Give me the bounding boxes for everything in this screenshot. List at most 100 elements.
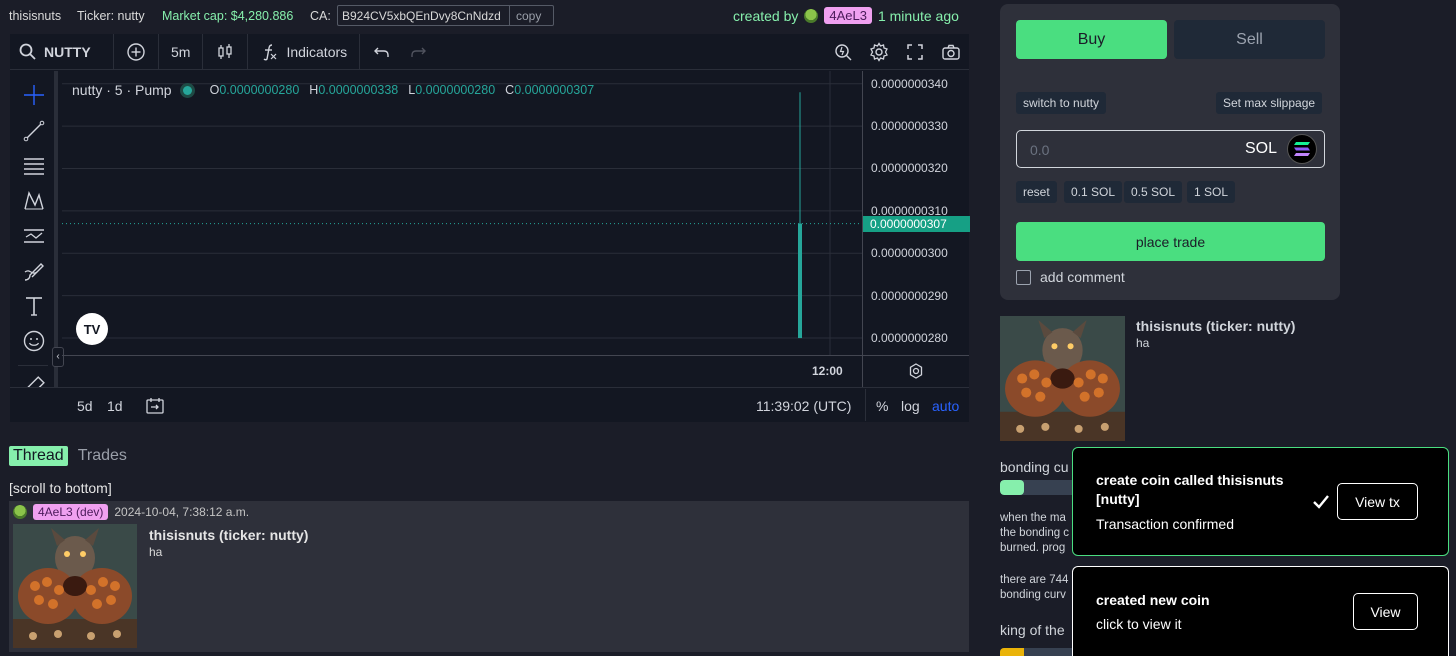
frog-avatar-icon <box>13 505 27 519</box>
search-icon <box>19 43 36 60</box>
thread-tabs: Thread Trades <box>9 446 131 466</box>
preset-0-1-sol-button[interactable]: 0.1 SOL <box>1064 181 1123 203</box>
range-5d-button[interactable]: 5d <box>77 398 93 414</box>
tradingview-logo[interactable]: TV <box>76 313 108 345</box>
interval-label: 5m <box>171 43 191 60</box>
creator-link[interactable]: 4AeL3 <box>824 7 872 24</box>
legend-title: nutty · 5 · Pump <box>72 82 172 98</box>
brush-tool[interactable] <box>22 259 46 283</box>
amount-placeholder: 0.0 <box>1030 142 1050 158</box>
fib-tool[interactable] <box>22 154 46 178</box>
price-tick-label: 0.0000000320 <box>871 161 948 176</box>
low-value: 0.0000000280 <box>415 83 496 97</box>
auto-toggle[interactable]: auto <box>932 398 959 414</box>
tab-trades[interactable]: Trades <box>74 446 131 466</box>
range-1d-button[interactable]: 1d <box>107 398 123 414</box>
indicators-button[interactable]: Indicators <box>248 33 361 70</box>
quick-search-icon[interactable] <box>833 42 853 62</box>
contract-address-box: B924CV5xbQEnDvy8CnNdzd copy <box>337 5 554 26</box>
token-info-bar: thisisnuts Ticker: nutty Market cap: $4,… <box>0 0 975 32</box>
chart-toolbar-right <box>833 34 969 70</box>
utc-clock[interactable]: 11:39:02 (UTC) <box>756 398 851 414</box>
interval-button[interactable]: 5m <box>159 33 204 70</box>
settings-gear-icon[interactable] <box>869 42 889 62</box>
symbol-search-button[interactable]: NUTTY <box>10 33 114 70</box>
measure-tool[interactable] <box>22 375 46 387</box>
price-tick-label: 0.0000000280 <box>871 331 948 346</box>
text-icon <box>26 297 42 316</box>
candlestick-plot <box>62 71 862 355</box>
toast-title: created new coin <box>1096 592 1210 608</box>
tab-thread[interactable]: Thread <box>9 446 68 466</box>
high-value: 0.0000000338 <box>318 83 399 97</box>
axis-divider <box>862 356 863 388</box>
camera-icon[interactable] <box>941 42 961 62</box>
percent-toggle[interactable]: % <box>876 398 888 414</box>
scroll-to-bottom-link[interactable]: [scroll to bottom] <box>9 480 112 496</box>
frog-avatar-icon <box>804 8 819 23</box>
preset-reset-button[interactable]: reset <box>1016 181 1057 203</box>
fullscreen-icon[interactable] <box>905 42 925 62</box>
calendar-goto-icon[interactable] <box>145 396 165 416</box>
view-tx-button[interactable]: View tx <box>1337 483 1418 520</box>
switch-to-token-button[interactable]: switch to nutty <box>1016 92 1107 114</box>
pattern-icon <box>24 190 44 210</box>
redo-icon <box>411 47 427 57</box>
set-max-slippage-button[interactable]: Set max slippage <box>1216 92 1323 114</box>
prediction-tool[interactable] <box>22 224 46 248</box>
smiley-icon <box>23 330 45 352</box>
time-axis: 12:00 <box>62 355 969 388</box>
emoji-tool[interactable] <box>22 329 46 353</box>
coin-description: ha <box>1136 336 1150 350</box>
post-author[interactable]: 4AeL3 (dev) <box>33 504 109 520</box>
new-coin-toast[interactable]: created new coin click to view it View <box>1072 566 1449 656</box>
toast-title: create coin called thisisnuts [nutty] <box>1096 472 1284 507</box>
amount-input[interactable]: 0.0 SOL <box>1016 130 1325 168</box>
log-toggle[interactable]: log <box>901 398 920 414</box>
horizontal-lines-icon <box>24 158 44 175</box>
created-by-label: created by <box>733 7 799 24</box>
preset-1-sol-button[interactable]: 1 SOL <box>1187 181 1236 203</box>
token-ticker: Ticker: nutty <box>77 9 145 23</box>
bottom-divider <box>865 389 866 421</box>
last-price-tag: 0.0000000307 <box>863 215 970 232</box>
axis-settings-icon[interactable] <box>907 362 925 380</box>
price-chart: NUTTY 5m Indicators ‹ nutty · 5 · Pump O… <box>10 33 970 422</box>
close-label: C <box>505 83 515 97</box>
toast-subtitle: Transaction confirmed <box>1096 516 1234 532</box>
post-body: ha <box>149 545 163 559</box>
coin-image-large <box>1000 316 1125 441</box>
view-coin-button[interactable]: View <box>1353 593 1418 630</box>
chart-bottom-bar: 5d 1d 11:39:02 (UTC) % log auto <box>10 387 969 422</box>
trade-panel: Buy Sell switch to nutty Set max slippag… <box>1000 4 1340 300</box>
pattern-tool[interactable] <box>22 189 46 213</box>
price-tick-label: 0.0000000300 <box>871 246 948 261</box>
chart-legend: nutty · 5 · Pump O0.0000000280 H0.000000… <box>72 82 594 98</box>
open-label: O <box>209 83 220 97</box>
add-comment-checkbox[interactable] <box>1016 269 1031 285</box>
chart-toolbar: NUTTY 5m Indicators <box>10 33 969 70</box>
sell-tab-button[interactable]: Sell <box>1174 20 1325 59</box>
trend-line-tool[interactable] <box>22 119 46 143</box>
crosshair-tool[interactable] <box>22 83 46 107</box>
price-tick-label: 0.0000000330 <box>871 119 948 134</box>
chart-type-button[interactable] <box>203 33 249 70</box>
contract-address[interactable]: B924CV5xbQEnDvy8CnNdzd <box>338 6 510 25</box>
bonding-curve-label: bonding cu <box>1000 459 1069 475</box>
symbol-label: NUTTY <box>44 43 91 60</box>
post-title: thisisnuts (ticker: nutty) <box>149 527 309 543</box>
place-trade-button[interactable]: place trade <box>1016 222 1325 261</box>
price-axis: 0.0000000340 0.0000000330 0.0000000320 0.00… <box>862 71 970 355</box>
created-time: 1 minute ago <box>877 7 959 24</box>
checkmark-icon <box>1313 495 1329 509</box>
supply-info-line-1: there are 744 <box>1000 574 1069 586</box>
buy-tab-button[interactable]: Buy <box>1016 20 1167 59</box>
undo-button[interactable] <box>360 34 404 70</box>
redo-button[interactable] <box>404 34 440 70</box>
copy-button[interactable]: copy <box>510 6 547 25</box>
text-tool[interactable] <box>22 294 46 318</box>
preset-0-5-sol-button[interactable]: 0.5 SOL <box>1124 181 1183 203</box>
compare-button[interactable] <box>114 33 159 70</box>
transaction-toast: create coin called thisisnuts [nutty] Tr… <box>1072 447 1449 556</box>
solana-logo-icon <box>1287 134 1317 164</box>
